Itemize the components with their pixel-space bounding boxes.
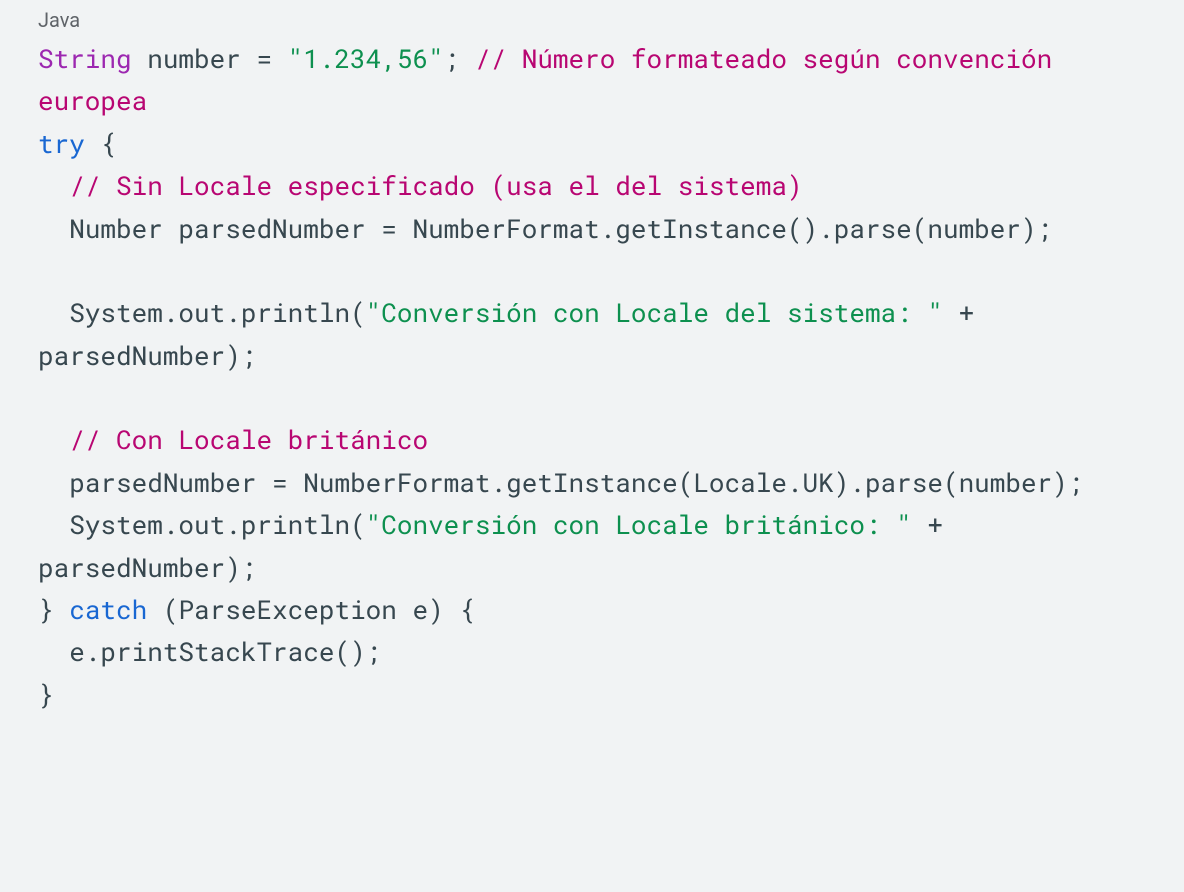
language-label: Java — [38, 8, 1146, 32]
token-default: parsedNumber = NumberFormat.getInstance(… — [38, 466, 1083, 500]
token-default: System.out.println( — [38, 296, 366, 330]
token-comment: // Sin Locale especificado (usa el del s… — [69, 169, 802, 203]
token-default — [38, 169, 69, 203]
token-default: number = — [132, 42, 288, 76]
code-content: String number = "1.234,56"; // Número fo… — [38, 38, 1146, 716]
token-default — [38, 423, 69, 457]
token-default: (ParseException e) { — [147, 593, 475, 627]
token-default: ; — [444, 42, 475, 76]
token-string: "Conversión con Locale del sistema: " — [366, 296, 943, 330]
token-default: Number parsedNumber = NumberFormat.getIn… — [38, 212, 1052, 246]
token-default: System.out.println( — [38, 508, 366, 542]
token-string: "Conversión con Locale británico: " — [366, 508, 912, 542]
token-keyword: catch — [69, 593, 147, 627]
token-keyword: try — [38, 127, 85, 161]
token-default: } — [38, 593, 69, 627]
token-default: e.printStackTrace(); — [38, 635, 381, 669]
token-comment: // Con Locale británico — [69, 423, 428, 457]
token-default: } — [38, 678, 54, 712]
token-string: "1.234,56" — [288, 42, 444, 76]
code-block: Java String number = "1.234,56"; // Núme… — [0, 0, 1184, 740]
token-default: { — [85, 127, 116, 161]
token-type: String — [38, 42, 132, 76]
